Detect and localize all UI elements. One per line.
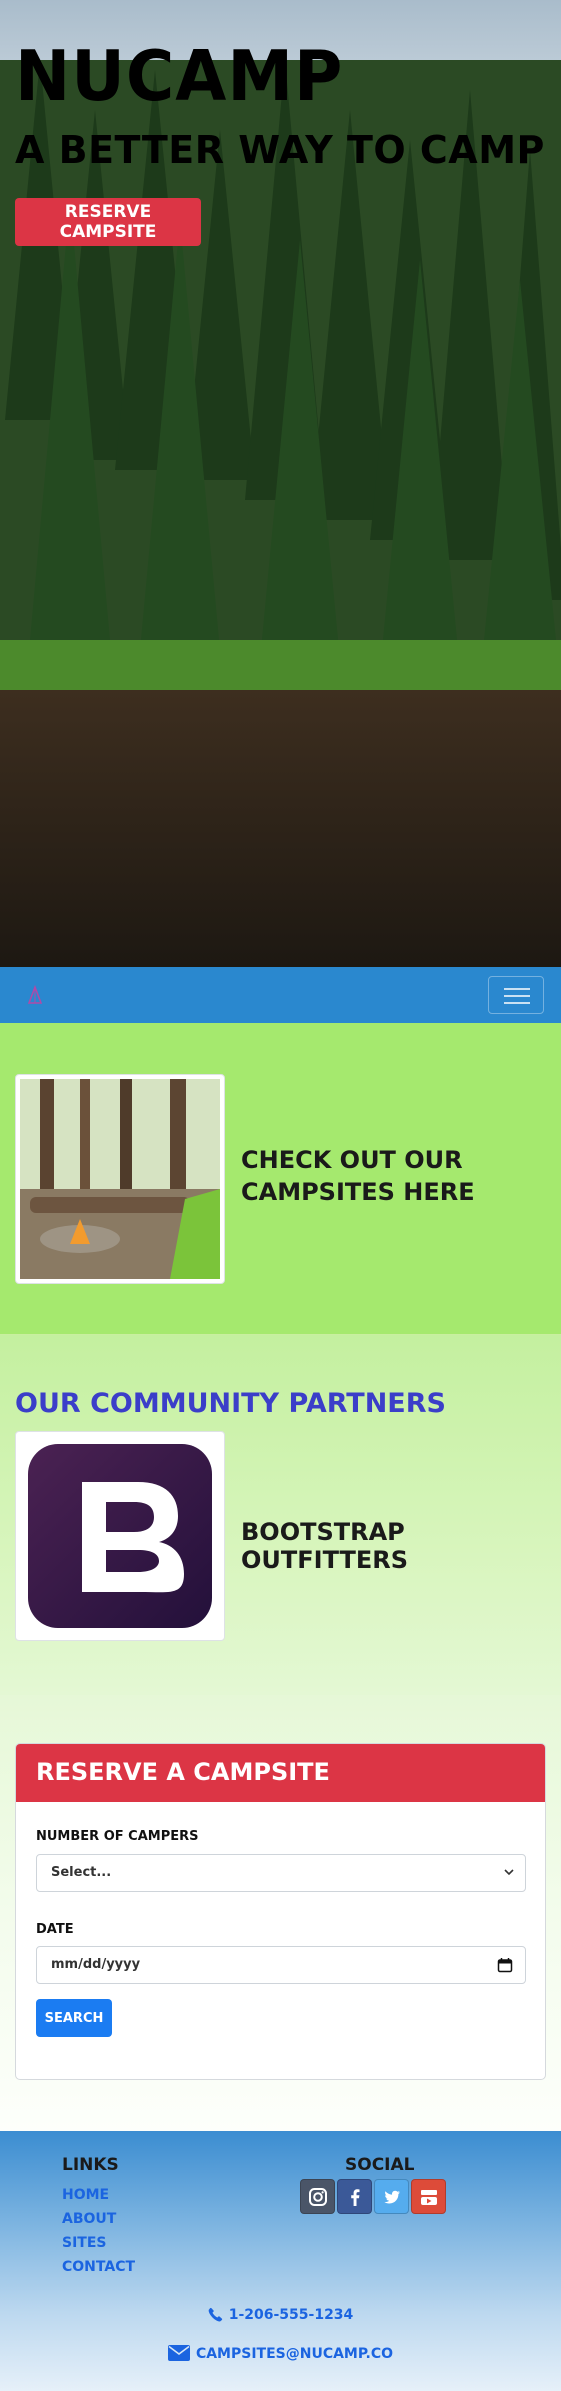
footer-links-heading: Links: [62, 2155, 119, 2175]
footer-email[interactable]: campsites@nucamp.co: [0, 2345, 561, 2362]
twitter-icon[interactable]: [374, 2179, 409, 2214]
campsites-link-text[interactable]: Check out our campsites here: [241, 1144, 541, 1208]
facebook-icon[interactable]: [337, 2179, 372, 2214]
social-buttons: [300, 2179, 446, 2214]
navbar-toggler-button[interactable]: [488, 976, 544, 1014]
bootstrap-logo: [28, 1444, 212, 1628]
campsite-thumbnail[interactable]: [15, 1074, 225, 1284]
date-label: Date: [36, 1922, 74, 1937]
footer-link-sites[interactable]: Sites: [62, 2235, 135, 2259]
email-link[interactable]: campsites@nucamp.co: [196, 2346, 393, 2362]
date-placeholder: mm/dd/yyyy: [51, 1957, 141, 1972]
hero-subtitle: A Better Way to Camp: [15, 128, 545, 172]
hamburger-menu-icon: [504, 988, 530, 990]
reserve-section: Reserve a Campsite Number of Campers Sel…: [0, 1695, 561, 2131]
footer-phone[interactable]: 1-206-555-1234: [0, 2307, 561, 2323]
navbar: [0, 967, 561, 1023]
campers-label: Number of Campers: [36, 1829, 199, 1844]
footer-links-list: Home About Sites Contact: [62, 2187, 135, 2283]
phone-icon: [208, 2307, 222, 2322]
partner-name: Bootstrap Outfitters: [241, 1518, 409, 1574]
partners-heading: Our Community Partners: [15, 1388, 446, 1419]
youtube-icon[interactable]: [411, 2179, 446, 2214]
date-input[interactable]: mm/dd/yyyy: [36, 1946, 526, 1984]
reserve-campsite-button[interactable]: Reserve Campsite: [15, 198, 201, 246]
campers-select[interactable]: Select...: [36, 1854, 526, 1892]
hero-title: NuCamp: [15, 36, 344, 117]
calendar-icon[interactable]: [497, 1957, 513, 1973]
partner-logo-frame: [15, 1431, 225, 1641]
footer-link-home[interactable]: Home: [62, 2187, 135, 2211]
search-button[interactable]: Search: [36, 1999, 112, 2037]
phone-number[interactable]: 1-206-555-1234: [229, 2307, 354, 2323]
footer-link-about[interactable]: About: [62, 2211, 135, 2235]
campsite-photo: [20, 1079, 220, 1279]
partners-section: Our Community Partners Bootstrap Outfitt…: [0, 1335, 561, 1695]
reserve-card: Reserve a Campsite Number of Campers Sel…: [15, 1743, 546, 2080]
footer: Links Home About Sites Contact Social: [0, 2131, 561, 2391]
tent-icon[interactable]: [28, 985, 42, 1005]
chevron-down-icon: [504, 1869, 514, 1876]
envelope-icon: [167, 2345, 190, 2361]
hero-section: NuCamp A Better Way to Camp Reserve Camp…: [0, 0, 561, 967]
footer-link-contact[interactable]: Contact: [62, 2259, 135, 2283]
instagram-icon[interactable]: [300, 2179, 335, 2214]
reserve-card-header: Reserve a Campsite: [16, 1744, 545, 1802]
footer-social-heading: Social: [345, 2155, 415, 2175]
campers-select-value: Select...: [51, 1865, 112, 1880]
campsites-section: Check out our campsites here: [0, 1023, 561, 1335]
